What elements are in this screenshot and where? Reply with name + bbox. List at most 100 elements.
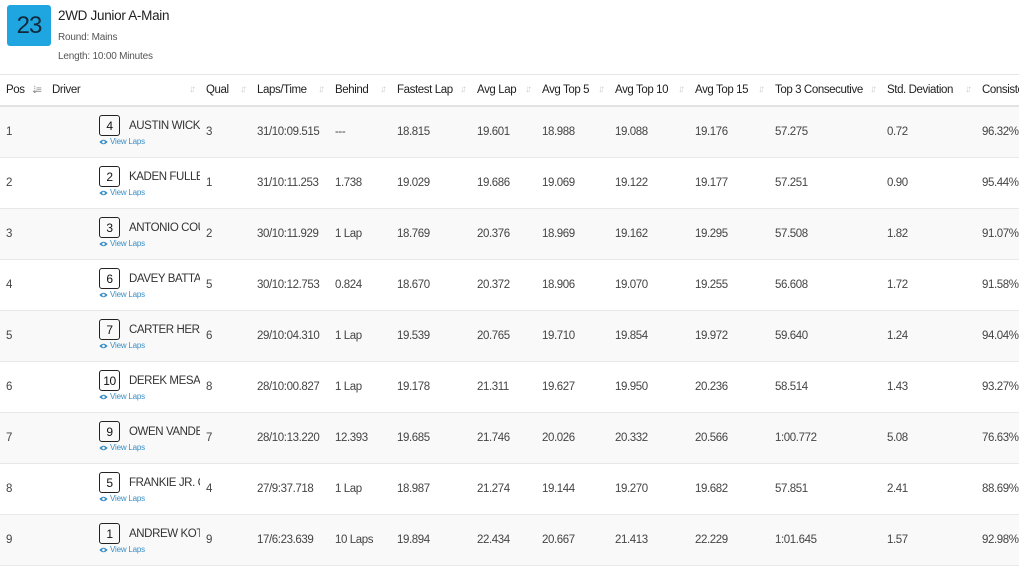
view-laps-link[interactable]: View Laps — [99, 392, 145, 401]
driver-line: 9 OWEN VANDERBEEK — [99, 421, 200, 442]
cell-qual: 2 — [200, 208, 251, 260]
col-header-top-3-consecutive[interactable]: Top 3 Consecutive ↓↑ — [769, 75, 881, 107]
sort-numeric-asc-icon[interactable]: ⇣≡ — [31, 85, 42, 96]
sort-arrows-icon[interactable]: ↓↑ — [758, 84, 765, 95]
cell-avg-top-15: 19.176 — [689, 106, 769, 158]
sort-arrows-icon[interactable]: ↓↑ — [965, 84, 972, 95]
col-header-avg-top-10[interactable]: Avg Top 10 ↓↑ — [609, 75, 689, 107]
col-label: Avg Top 15 — [695, 84, 749, 96]
cell-avg-top-5: 18.988 — [536, 106, 609, 158]
view-laps-link[interactable]: View Laps — [99, 443, 145, 452]
col-header-consistency[interactable]: Consistency — [976, 75, 1019, 107]
view-laps-link[interactable]: View Laps — [99, 137, 145, 146]
view-laps-link[interactable]: View Laps — [99, 239, 145, 248]
col-header-fastest-lap[interactable]: Fastest Lap ↓↑ — [391, 75, 471, 107]
cell-driver: 1 ANDREW KOTHMAN View Laps — [46, 514, 200, 566]
cell-consistency: 95.44% — [976, 157, 1019, 209]
cell-std-deviation: 2.41 — [881, 463, 976, 515]
sort-arrows-icon[interactable]: ↓↑ — [318, 84, 325, 95]
cell-laps-time: 31/10:09.515 — [251, 106, 329, 158]
cell-driver: 10 DEREK MESA View Laps — [46, 361, 200, 413]
cell-pos: 2 — [0, 157, 46, 209]
view-laps-label: View Laps — [110, 392, 145, 401]
cell-behind: 1 Lap — [329, 310, 391, 362]
car-number: 6 — [99, 268, 120, 289]
header-row: Pos ⇣≡ Driver ↓↑ Qual ↓↑ Laps/Time ↓↑ Behind… — [0, 75, 1019, 107]
cell-fastest-lap: 18.769 — [391, 208, 471, 260]
driver-name: DEREK MESA — [129, 374, 200, 387]
col-label: Avg Top 10 — [615, 84, 669, 96]
view-laps-link[interactable]: View Laps — [99, 545, 145, 554]
view-laps-link[interactable]: View Laps — [99, 290, 145, 299]
cell-driver: 5 FRANKIE JR. CONTRERAS View Laps — [46, 463, 200, 515]
cell-top-3-consecutive: 58.514 — [769, 361, 881, 413]
cell-qual: 8 — [200, 361, 251, 413]
cell-laps-time: 17/6:23.639 — [251, 514, 329, 566]
cell-avg-top-5: 20.026 — [536, 412, 609, 464]
cell-std-deviation: 1.57 — [881, 514, 976, 566]
col-header-std-deviation[interactable]: Std. Deviation ↓↑ — [881, 75, 976, 107]
cell-pos: 5 — [0, 310, 46, 362]
cell-avg-top-10: 19.070 — [609, 259, 689, 311]
sort-arrows-icon[interactable]: ↓↑ — [678, 84, 685, 95]
view-laps-link[interactable]: View Laps — [99, 188, 145, 197]
cell-fastest-lap: 18.670 — [391, 259, 471, 311]
car-number: 3 — [99, 217, 120, 238]
view-laps-link[interactable]: View Laps — [99, 494, 145, 503]
cell-avg-top-5: 19.069 — [536, 157, 609, 209]
cell-avg-top-5: 19.627 — [536, 361, 609, 413]
cell-laps-time: 28/10:00.827 — [251, 361, 329, 413]
cell-pos: 7 — [0, 412, 46, 464]
driver-name: ANDREW KOTHMAN — [129, 527, 200, 540]
table-row: 5 7 CARTER HERASYMIUK View Laps 629/10:04.31… — [0, 310, 1019, 362]
cell-avg-lap: 22.434 — [471, 514, 536, 566]
cell-driver: 7 CARTER HERASYMIUK View Laps — [46, 310, 200, 362]
cell-avg-top-10: 19.270 — [609, 463, 689, 515]
view-laps-label: View Laps — [110, 239, 145, 248]
car-number: 5 — [99, 472, 120, 493]
cell-consistency: 93.27% — [976, 361, 1019, 413]
col-header-avg-top-15[interactable]: Avg Top 15 ↓↑ — [689, 75, 769, 107]
col-header-behind[interactable]: Behind ↓↑ — [329, 75, 391, 107]
sort-arrows-icon[interactable]: ↓↑ — [380, 84, 387, 95]
sort-arrows-icon[interactable]: ↓↑ — [460, 84, 467, 95]
driver-name: DAVEY BATTA — [129, 272, 200, 285]
view-laps-link[interactable]: View Laps — [99, 341, 145, 350]
cell-avg-top-5: 18.969 — [536, 208, 609, 260]
cell-top-3-consecutive: 57.251 — [769, 157, 881, 209]
cell-top-3-consecutive: 59.640 — [769, 310, 881, 362]
col-label: Qual — [206, 84, 229, 96]
race-header: 23 2WD Junior A-Main Round: Mains Length… — [0, 0, 1019, 74]
cell-behind: 1 Lap — [329, 361, 391, 413]
sort-arrows-icon[interactable]: ↓↑ — [189, 84, 196, 95]
cell-avg-top-5: 18.906 — [536, 259, 609, 311]
col-header-driver[interactable]: Driver ↓↑ — [46, 75, 200, 107]
col-header-avg-lap[interactable]: Avg Lap ↓↑ — [471, 75, 536, 107]
sort-arrows-icon[interactable]: ↓↑ — [598, 84, 605, 95]
driver-name: AUSTIN WICK — [129, 119, 200, 132]
driver-line: 3 ANTONIO COUNSIL — [99, 217, 200, 238]
col-header-laps-time[interactable]: Laps/Time ↓↑ — [251, 75, 329, 107]
driver-line: 1 ANDREW KOTHMAN — [99, 523, 200, 544]
cell-consistency: 92.98% — [976, 514, 1019, 566]
cell-consistency: 88.69% — [976, 463, 1019, 515]
col-header-pos[interactable]: Pos ⇣≡ — [0, 75, 46, 107]
driver-name: CARTER HERASYMIUK — [129, 323, 200, 336]
sort-arrows-icon[interactable]: ↓↑ — [525, 84, 532, 95]
cell-fastest-lap: 18.815 — [391, 106, 471, 158]
cell-avg-top-10: 19.162 — [609, 208, 689, 260]
eye-icon — [99, 394, 108, 399]
eye-icon — [99, 496, 108, 501]
sort-arrows-icon[interactable]: ↓↑ — [240, 84, 247, 95]
cell-consistency: 76.63% — [976, 412, 1019, 464]
cell-avg-top-10: 19.950 — [609, 361, 689, 413]
cell-behind: 1 Lap — [329, 208, 391, 260]
cell-pos: 3 — [0, 208, 46, 260]
cell-avg-top-10: 19.122 — [609, 157, 689, 209]
col-header-avg-top-5[interactable]: Avg Top 5 ↓↑ — [536, 75, 609, 107]
cell-behind: --- — [329, 106, 391, 158]
col-label: Behind — [335, 84, 369, 96]
col-header-qual[interactable]: Qual ↓↑ — [200, 75, 251, 107]
car-number: 2 — [99, 166, 120, 187]
sort-arrows-icon[interactable]: ↓↑ — [870, 84, 877, 95]
